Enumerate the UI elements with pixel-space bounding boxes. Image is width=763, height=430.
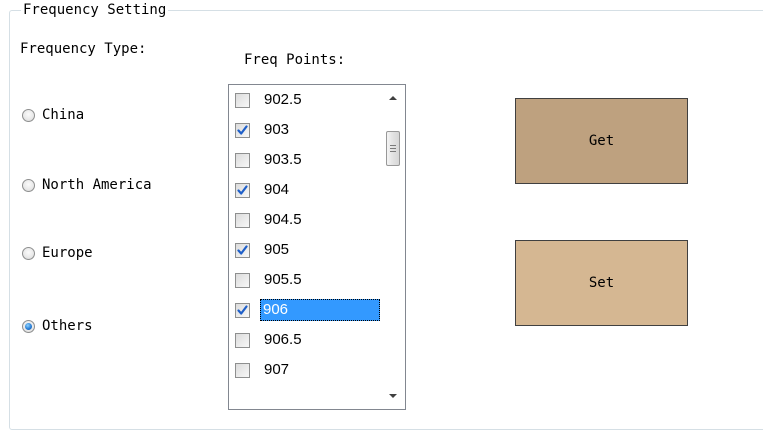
freq-point-label: 902.5 xyxy=(264,91,302,108)
radio-north-america-label: North America xyxy=(42,177,152,193)
checkbox[interactable] xyxy=(235,273,250,288)
grip-line xyxy=(390,151,396,152)
freq-point-label: 903 xyxy=(264,121,290,138)
freq-point-item[interactable]: 904.5 xyxy=(231,208,381,238)
freq-point-label: 906.5 xyxy=(264,331,302,348)
radio-china[interactable]: China xyxy=(22,105,84,125)
grip-line xyxy=(390,145,396,146)
group-title: Frequency Setting xyxy=(21,1,169,19)
checkbox-checked[interactable] xyxy=(235,303,250,318)
freq-point-item[interactable]: 905.5 xyxy=(231,268,381,298)
freq-points-label: Freq Points: xyxy=(244,52,346,68)
freq-point-label: 904 xyxy=(264,181,290,198)
freq-point-item[interactable]: 907 xyxy=(231,358,381,388)
scroll-down-arrow-icon[interactable] xyxy=(389,394,397,398)
radio-europe[interactable]: Europe xyxy=(22,243,93,263)
checkbox-checked[interactable] xyxy=(235,183,250,198)
scroll-thumb[interactable] xyxy=(386,131,400,166)
freq-points-listbox[interactable]: 902.5 903 903.5 904 904.5 905 905.5 906 … xyxy=(228,84,406,410)
checkbox[interactable] xyxy=(235,363,250,378)
freq-point-item[interactable]: 904 xyxy=(231,178,381,208)
checkbox[interactable] xyxy=(235,93,250,108)
freq-point-item[interactable]: 905 xyxy=(231,238,381,268)
radio-europe-circle[interactable] xyxy=(22,246,35,260)
freq-point-label: 904.5 xyxy=(264,211,302,228)
radio-north-america[interactable]: North America xyxy=(22,175,152,195)
freq-point-item[interactable]: 903 xyxy=(231,118,381,148)
checkbox-checked[interactable] xyxy=(235,243,250,258)
freq-point-label: 903.5 xyxy=(264,151,302,168)
frequency-type-label: Frequency Type: xyxy=(20,41,147,57)
freq-point-label: 905.5 xyxy=(264,271,302,288)
freq-point-item[interactable]: 906.5 xyxy=(231,328,381,358)
vertical-scrollbar[interactable] xyxy=(382,86,404,408)
freq-point-label: 907 xyxy=(264,361,290,378)
freq-point-item[interactable]: 906 xyxy=(231,298,381,328)
radio-others-circle[interactable] xyxy=(22,319,35,333)
freq-point-label: 906 xyxy=(260,299,380,321)
radio-others-label: Others xyxy=(42,318,93,334)
radio-china-circle[interactable] xyxy=(22,108,35,122)
scroll-up-arrow-icon[interactable] xyxy=(389,96,397,100)
radio-europe-label: Europe xyxy=(42,245,93,261)
radio-north-america-circle[interactable] xyxy=(22,178,35,192)
radio-china-label: China xyxy=(42,107,85,123)
radio-others[interactable]: Others xyxy=(22,316,93,336)
freq-point-label: 905 xyxy=(264,241,290,258)
freq-points-items: 902.5 903 903.5 904 904.5 905 905.5 906 … xyxy=(231,88,381,388)
grip-line xyxy=(390,148,396,149)
checkbox-checked[interactable] xyxy=(235,123,250,138)
checkbox[interactable] xyxy=(235,213,250,228)
checkbox[interactable] xyxy=(235,333,250,348)
freq-point-item[interactable]: 902.5 xyxy=(231,88,381,118)
checkbox[interactable] xyxy=(235,153,250,168)
freq-point-item[interactable]: 903.5 xyxy=(231,148,381,178)
set-button[interactable]: Set xyxy=(515,240,688,326)
get-button[interactable]: Get xyxy=(515,98,688,184)
